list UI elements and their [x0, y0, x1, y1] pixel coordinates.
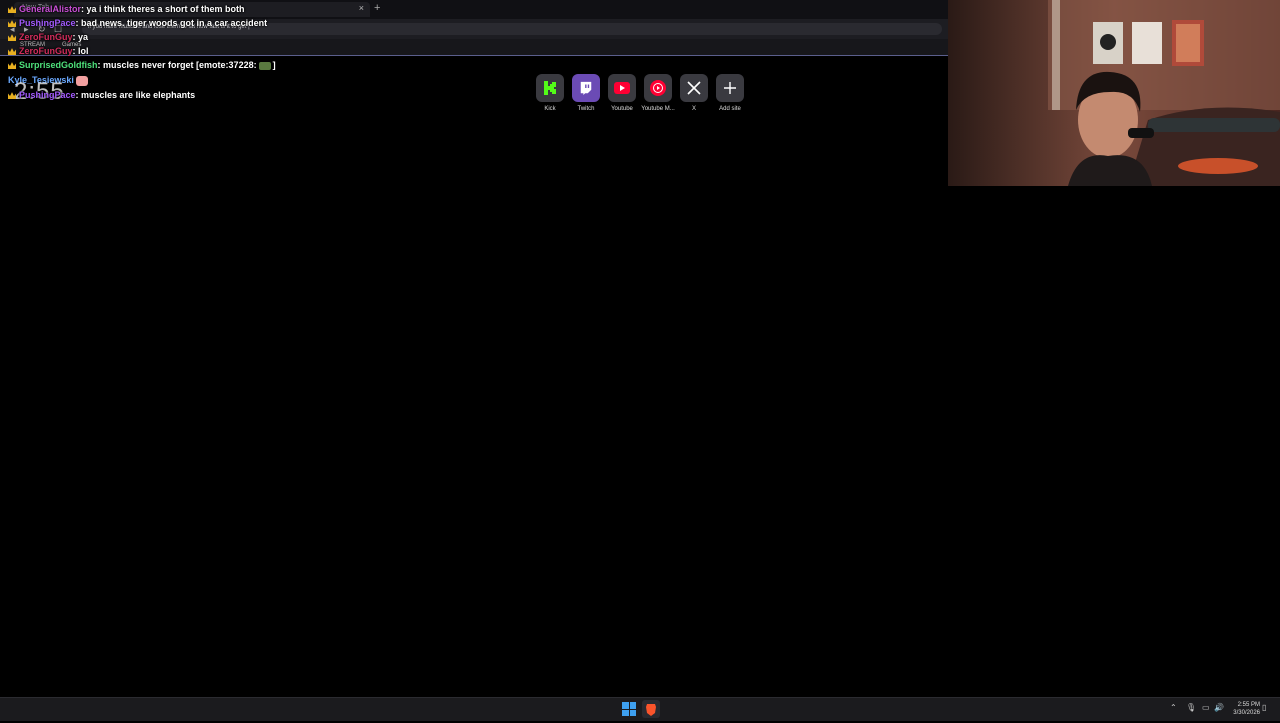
twitch-icon	[572, 74, 600, 102]
chat-text-suffix: ]	[272, 60, 276, 70]
plus-icon	[716, 74, 744, 102]
taskbar-clock[interactable]: 2:55 PM 3/30/2026	[1233, 701, 1260, 717]
speed-dial-label: Youtube M...	[641, 106, 675, 112]
speed-dial-label: Add site	[719, 106, 741, 112]
x-icon	[680, 74, 708, 102]
chat-text: : ya	[72, 32, 89, 42]
brave-browser-taskbar-item[interactable]	[642, 700, 660, 718]
close-tab-button[interactable]: ×	[359, 3, 364, 13]
speed-dial-label: Twitch	[577, 106, 595, 112]
brave-icon	[646, 704, 656, 716]
chat-message: GeneralAlistor: ya i think theres a shor…	[8, 4, 245, 14]
chat-username: ZeroFunGuy	[19, 46, 73, 56]
chat-username: GeneralAlistor	[19, 4, 82, 14]
windows-start-icon[interactable]	[622, 702, 636, 716]
speed-dial-youtube[interactable]: Youtube	[604, 74, 640, 112]
chat-text: : ya i think theres a short of them both	[81, 4, 245, 14]
new-tab-button[interactable]: +	[374, 2, 380, 14]
youtube-music-icon	[644, 74, 672, 102]
speed-dial-x[interactable]: X	[676, 74, 712, 112]
taskbar: ⌃ 🎙 ▭ 🔊 2:55 PM 3/30/2026 ▯	[0, 697, 1280, 721]
bookmarks-bar: STREAM Games	[0, 39, 948, 56]
chat-message: PushingPace: muscles are like elephants	[8, 90, 195, 100]
webcam-image	[948, 0, 1280, 186]
speed-dial-label: Youtube	[611, 106, 633, 112]
speed-dial-label: Kick	[544, 106, 556, 112]
crown-icon	[8, 6, 16, 14]
taskbar-date: 3/30/2026	[1233, 710, 1260, 716]
chat-text: : muscles are like elephants	[75, 90, 196, 100]
chat-text: : lol	[72, 46, 89, 56]
chat-message: SurprisedGoldfish: muscles never forget …	[8, 60, 276, 70]
speed-dial-add-site[interactable]: Add site	[712, 74, 748, 112]
crown-icon	[8, 20, 16, 28]
chat-username: SurprisedGoldfish	[19, 60, 98, 70]
chat-message: PushingPace: bad news. tiger woods got i…	[8, 18, 267, 28]
chat-username: PushingPace	[19, 18, 76, 28]
crown-icon	[8, 92, 16, 100]
speed-dial-youtube-music[interactable]: Youtube M...	[640, 74, 676, 112]
chat-text: : muscles never forget [emote:37228:	[97, 60, 257, 70]
emote-icon	[258, 61, 271, 70]
notification-icon[interactable]: ▯	[1262, 703, 1266, 712]
crown-icon	[8, 62, 16, 70]
crown-icon	[8, 48, 16, 56]
emote-icon	[75, 75, 88, 86]
chat-message: ZeroFunGuy: lol	[8, 46, 89, 56]
kick-icon	[536, 74, 564, 102]
crown-icon	[8, 34, 16, 42]
speed-dial-twitch[interactable]: Twitch	[568, 74, 604, 112]
chat-text: : bad news. tiger woods got in a car acc…	[75, 18, 268, 28]
speed-dial-kick[interactable]: Kick	[532, 74, 568, 112]
speed-dial-label: X	[691, 106, 696, 112]
taskbar-time: 2:55 PM	[1237, 702, 1260, 708]
chat-username: ZeroFunGuy	[19, 32, 73, 42]
chat-username: PushingPace	[19, 90, 76, 100]
youtube-icon	[608, 74, 636, 102]
webcam-feed	[948, 0, 1280, 186]
chat-message: ZeroFunGuy: ya	[8, 32, 88, 42]
microphone-icon[interactable]: 🎙	[1186, 703, 1196, 712]
volume-icon[interactable]: 🔊	[1214, 703, 1224, 712]
network-icon[interactable]: ▭	[1202, 703, 1210, 712]
chevron-up-icon[interactable]: ⌃	[1170, 703, 1177, 712]
